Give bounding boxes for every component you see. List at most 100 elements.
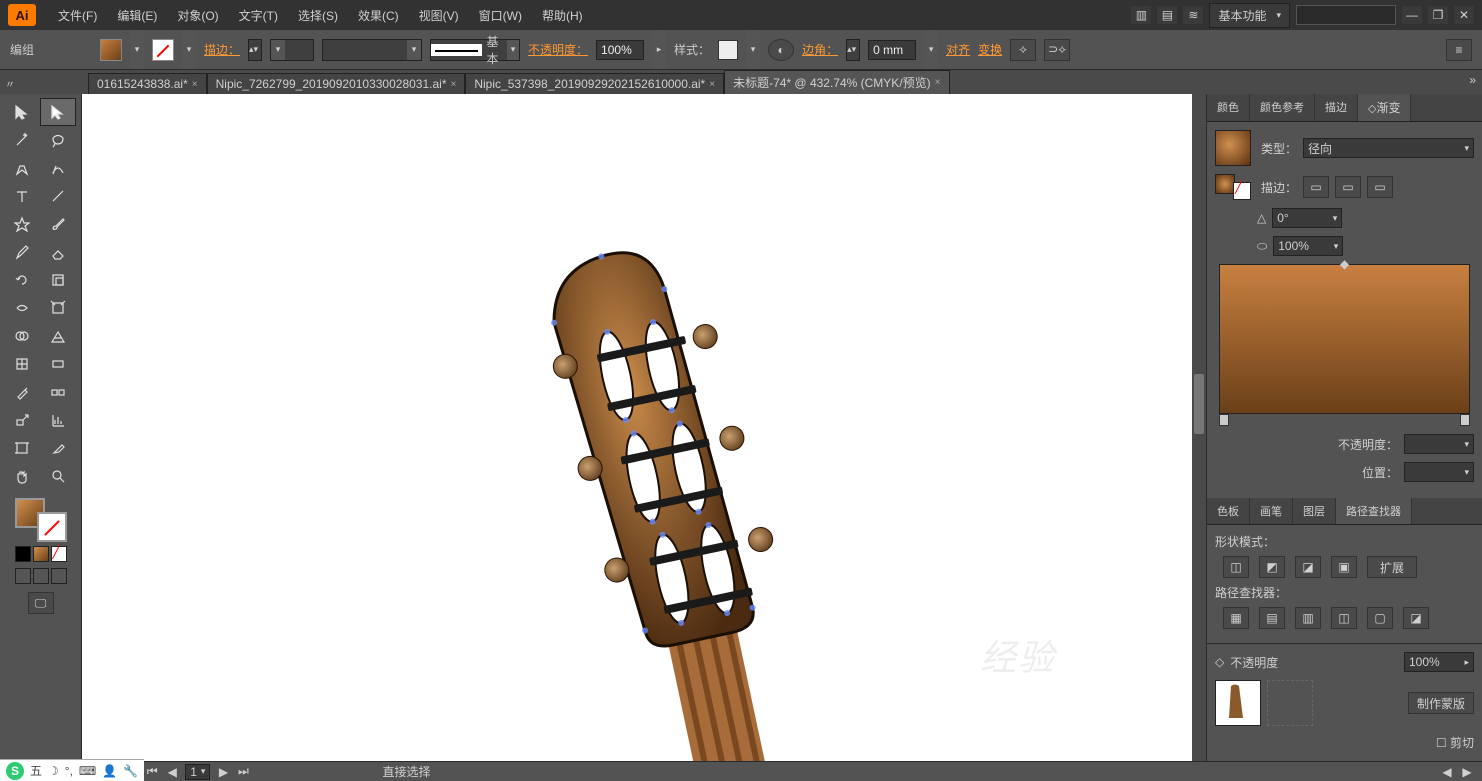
rotate-tool[interactable]: [4, 266, 40, 294]
tab-brushes[interactable]: 画笔: [1250, 498, 1293, 524]
crop-icon[interactable]: ◫: [1331, 607, 1357, 629]
gradient-ramp[interactable]: ◆: [1219, 264, 1470, 414]
close-icon[interactable]: ×: [451, 79, 457, 90]
window-maximize[interactable]: ❐: [1428, 6, 1448, 24]
align-label[interactable]: 对齐: [946, 41, 970, 58]
expand-button[interactable]: 扩展: [1367, 556, 1417, 578]
workspace-switcher[interactable]: 基本功能 ▾: [1209, 3, 1290, 28]
document-tab[interactable]: Nipic_537398_20190929202152610000.ai* ×: [465, 73, 724, 94]
gradient-stop[interactable]: [1460, 414, 1470, 426]
line-tool[interactable]: [40, 182, 76, 210]
width-tool[interactable]: [4, 294, 40, 322]
menu-window[interactable]: 窗口(W): [469, 3, 532, 28]
chevron-down-icon[interactable]: ▾: [924, 30, 938, 69]
window-minimize[interactable]: —: [1402, 6, 1422, 24]
slice-tool[interactable]: [40, 434, 76, 462]
last-artboard-icon[interactable]: ⏭: [236, 764, 250, 779]
brush-dropdown[interactable]: ▾: [322, 39, 422, 61]
menu-help[interactable]: 帮助(H): [532, 3, 593, 28]
menu-edit[interactable]: 编辑(E): [107, 3, 167, 28]
tab-pathfinder[interactable]: 路径查找器: [1336, 498, 1412, 524]
tab-color[interactable]: 颜色: [1207, 94, 1250, 121]
close-icon[interactable]: ×: [709, 79, 715, 90]
clip-checkbox[interactable]: ☐ 剪切: [1436, 734, 1474, 751]
chevron-down-icon[interactable]: ▾: [746, 30, 760, 69]
paintbrush-tool[interactable]: [40, 210, 76, 238]
curvature-tool[interactable]: [40, 154, 76, 182]
unite-icon[interactable]: ◫: [1223, 556, 1249, 578]
document-tab[interactable]: Nipic_7262799_2019092010330028031.ai* ×: [207, 73, 466, 94]
document-tab[interactable]: 01615243838.ai* ×: [88, 73, 207, 94]
menu-type[interactable]: 文字(T): [229, 3, 288, 28]
intersect-icon[interactable]: ◪: [1295, 556, 1321, 578]
gradient-aspect-dropdown[interactable]: 100%▾: [1273, 236, 1343, 256]
fill-swatch[interactable]: [100, 39, 122, 61]
perspective-grid-tool[interactable]: [40, 322, 76, 350]
search-input[interactable]: [1296, 5, 1396, 25]
gradient-type-dropdown[interactable]: 径向▾: [1303, 138, 1474, 158]
transform-label[interactable]: 变换: [978, 41, 1002, 58]
shape-tool[interactable]: [4, 210, 40, 238]
gradient-color-mode[interactable]: [33, 546, 49, 562]
zoom-tool[interactable]: [40, 462, 76, 490]
menu-object[interactable]: 对象(O): [167, 3, 228, 28]
gradient-position-dropdown[interactable]: ▾: [1404, 462, 1474, 482]
menu-select[interactable]: 选择(S): [288, 3, 348, 28]
solid-color-mode[interactable]: [15, 546, 31, 562]
canvas[interactable]: 经验: [82, 94, 1206, 761]
stroke-weight-stepper[interactable]: ▴▾: [248, 39, 262, 61]
trim-icon[interactable]: ▤: [1259, 607, 1285, 629]
scrollbar-vertical[interactable]: [1192, 94, 1206, 761]
merge-icon[interactable]: ▥: [1295, 607, 1321, 629]
mask-thumb[interactable]: [1267, 680, 1313, 726]
free-transform-tool[interactable]: [40, 294, 76, 322]
ime-moon-icon[interactable]: ☽: [48, 764, 59, 778]
graphic-style-swatch[interactable]: [718, 40, 738, 60]
eyedropper-tool[interactable]: [4, 378, 40, 406]
artboard-tool[interactable]: [4, 434, 40, 462]
draw-mode-icon[interactable]: [15, 568, 31, 584]
mesh-tool[interactable]: [4, 350, 40, 378]
menu-effect[interactable]: 效果(C): [348, 3, 409, 28]
selection-tool[interactable]: [4, 98, 40, 126]
sync-icon[interactable]: ≋: [1183, 6, 1203, 24]
chevron-down-icon[interactable]: ▾: [182, 30, 196, 69]
group-icon[interactable]: ⊃⟡: [1044, 39, 1070, 61]
panel-layout-icon[interactable]: ▤: [1157, 6, 1177, 24]
gradient-preview-swatch[interactable]: [1215, 130, 1251, 166]
stroke-mode-3-icon[interactable]: ▭: [1367, 176, 1393, 198]
document-tab[interactable]: 未标题-74* @ 432.74% (CMYK/预览) ×: [724, 70, 949, 94]
first-artboard-icon[interactable]: ⏮: [145, 764, 159, 779]
shape-builder-tool[interactable]: [4, 322, 40, 350]
direct-selection-tool[interactable]: [40, 98, 76, 126]
minus-back-icon[interactable]: ◪: [1403, 607, 1429, 629]
corner-stepper[interactable]: ▴▾: [846, 39, 860, 61]
scroll-right-icon[interactable]: ▶: [1460, 765, 1474, 779]
next-artboard-icon[interactable]: ▶: [216, 765, 230, 779]
ime-toolbar[interactable]: S 五 ☽ °, ⌨ 👤 🔧: [0, 759, 144, 781]
opacity-input[interactable]: [596, 40, 644, 60]
divide-icon[interactable]: ▦: [1223, 607, 1249, 629]
ime-mode[interactable]: 五: [30, 762, 42, 779]
tab-color-guide[interactable]: 颜色参考: [1250, 94, 1315, 121]
stroke-label[interactable]: 描边：: [204, 41, 240, 58]
symbol-sprayer-tool[interactable]: [4, 406, 40, 434]
lasso-tool[interactable]: [40, 126, 76, 154]
artboard-nav-dropdown[interactable]: 1▾: [185, 764, 210, 780]
layout-icon[interactable]: ▥: [1131, 6, 1151, 24]
transparency-thumb[interactable]: [1215, 680, 1261, 726]
close-icon[interactable]: ×: [192, 79, 198, 90]
tab-overflow[interactable]: »: [1465, 73, 1480, 87]
recolor-artwork-icon[interactable]: ◐: [768, 39, 794, 61]
hand-tool[interactable]: [4, 462, 40, 490]
fill-stroke-selector[interactable]: [15, 498, 67, 542]
stroke-profile-dropdown[interactable]: 基本 ▾: [430, 39, 520, 61]
chevron-down-icon[interactable]: ▸: [652, 30, 666, 69]
menu-view[interactable]: 视图(V): [409, 3, 469, 28]
window-close[interactable]: ✕: [1454, 6, 1474, 24]
outline-icon[interactable]: ▢: [1367, 607, 1393, 629]
prev-artboard-icon[interactable]: ◀: [165, 765, 179, 779]
stroke-mode-2-icon[interactable]: ▭: [1335, 176, 1361, 198]
chevron-down-icon[interactable]: ▾: [130, 30, 144, 69]
make-mask-button[interactable]: 制作蒙版: [1408, 692, 1474, 714]
